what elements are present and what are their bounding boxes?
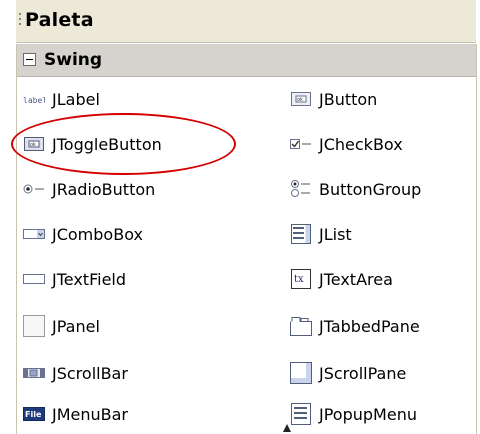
svg-text:File: File	[25, 410, 42, 419]
palette-item-label: JScrollBar	[52, 363, 128, 383]
palette-item-label: JMenuBar	[52, 404, 129, 424]
category-header-swing[interactable]: Swing	[17, 44, 476, 77]
palette-item-jtabbedpane[interactable]: JTabbedPane	[289, 306, 480, 346]
palette-item-label: JTabbedPane	[319, 316, 420, 336]
svg-text:label: label	[23, 96, 45, 105]
button-icon: ok	[289, 88, 313, 110]
palette-title: Paleta	[25, 9, 94, 31]
text-field-icon	[22, 268, 46, 290]
popup-menu-icon	[289, 403, 313, 425]
tabbed-pane-icon	[289, 315, 313, 337]
palette-item-label: JList	[319, 224, 352, 244]
palette-item-jscrollpane[interactable]: JScrollPane	[289, 353, 480, 393]
palette-item-jlist[interactable]: JList	[289, 214, 480, 254]
palette-item-label: JPanel	[52, 316, 100, 336]
palette-item-label: JPopupMenu	[319, 404, 417, 424]
mouse-cursor-icon	[283, 424, 291, 432]
palette-item-label: JComboBox	[52, 224, 143, 244]
palette-item-jtextarea[interactable]: tx JTextArea	[289, 259, 480, 299]
palette-item-jscrollbar[interactable]: JScrollBar	[22, 353, 247, 393]
palette-item-jtogglebutton[interactable]: ok JToggleButton	[22, 124, 247, 164]
list-icon	[289, 223, 313, 245]
scroll-bar-icon	[22, 362, 46, 384]
palette-item-label: JToggleButton	[52, 134, 162, 154]
palette-item-jbutton[interactable]: ok JButton	[289, 79, 480, 119]
palette-item-label: JTextArea	[319, 269, 393, 289]
category-label: Swing	[44, 50, 103, 70]
palette-item-jpopupmenu[interactable]: JPopupMenu	[289, 394, 480, 434]
palette-item-label: JCheckBox	[319, 134, 403, 154]
drag-grip-icon[interactable]	[19, 13, 22, 30]
palette-item-label: JTextField	[52, 269, 127, 289]
combo-box-icon	[22, 223, 46, 245]
svg-text:tx: tx	[294, 274, 304, 285]
svg-text:ok: ok	[30, 142, 36, 148]
palette-item-label: JRadioButton	[52, 179, 156, 199]
palette-item-jcheckbox[interactable]: JCheckBox	[289, 124, 480, 164]
checkbox-icon	[289, 133, 313, 155]
menu-bar-icon: File	[22, 403, 46, 425]
text-area-icon: tx	[289, 268, 313, 290]
palette-item-label: JLabel	[52, 89, 100, 109]
palette-item-jlabel[interactable]: label JLabel	[22, 79, 247, 119]
scroll-pane-icon	[289, 362, 313, 384]
side-strip	[0, 0, 16, 434]
svg-text:ok: ok	[297, 97, 303, 103]
toggle-button-icon: ok	[22, 133, 46, 155]
radio-button-icon	[22, 178, 46, 200]
palette-title-bar[interactable]: Paleta	[16, 0, 476, 43]
palette-item-jcombobox[interactable]: JComboBox	[22, 214, 247, 254]
palette-item-jpanel[interactable]: JPanel	[22, 306, 247, 346]
palette-item-jmenubar[interactable]: File JMenuBar	[22, 394, 247, 434]
palette-item-jradiobutton[interactable]: JRadioButton	[22, 169, 247, 209]
label-icon: label	[22, 88, 46, 110]
panel-icon	[22, 315, 46, 337]
button-group-icon	[289, 178, 313, 200]
palette-window: Paleta Swing label JLabel ok JButton ok …	[0, 0, 480, 434]
palette-panel: Swing label JLabel ok JButton ok JToggle…	[16, 44, 477, 434]
palette-item-label: ButtonGroup	[319, 179, 422, 199]
collapse-icon[interactable]	[23, 53, 36, 66]
palette-item-buttongroup[interactable]: ButtonGroup	[289, 169, 480, 209]
palette-item-label: JButton	[319, 89, 378, 109]
palette-item-label: JScrollPane	[319, 363, 407, 383]
palette-item-jtextfield[interactable]: JTextField	[22, 259, 247, 299]
